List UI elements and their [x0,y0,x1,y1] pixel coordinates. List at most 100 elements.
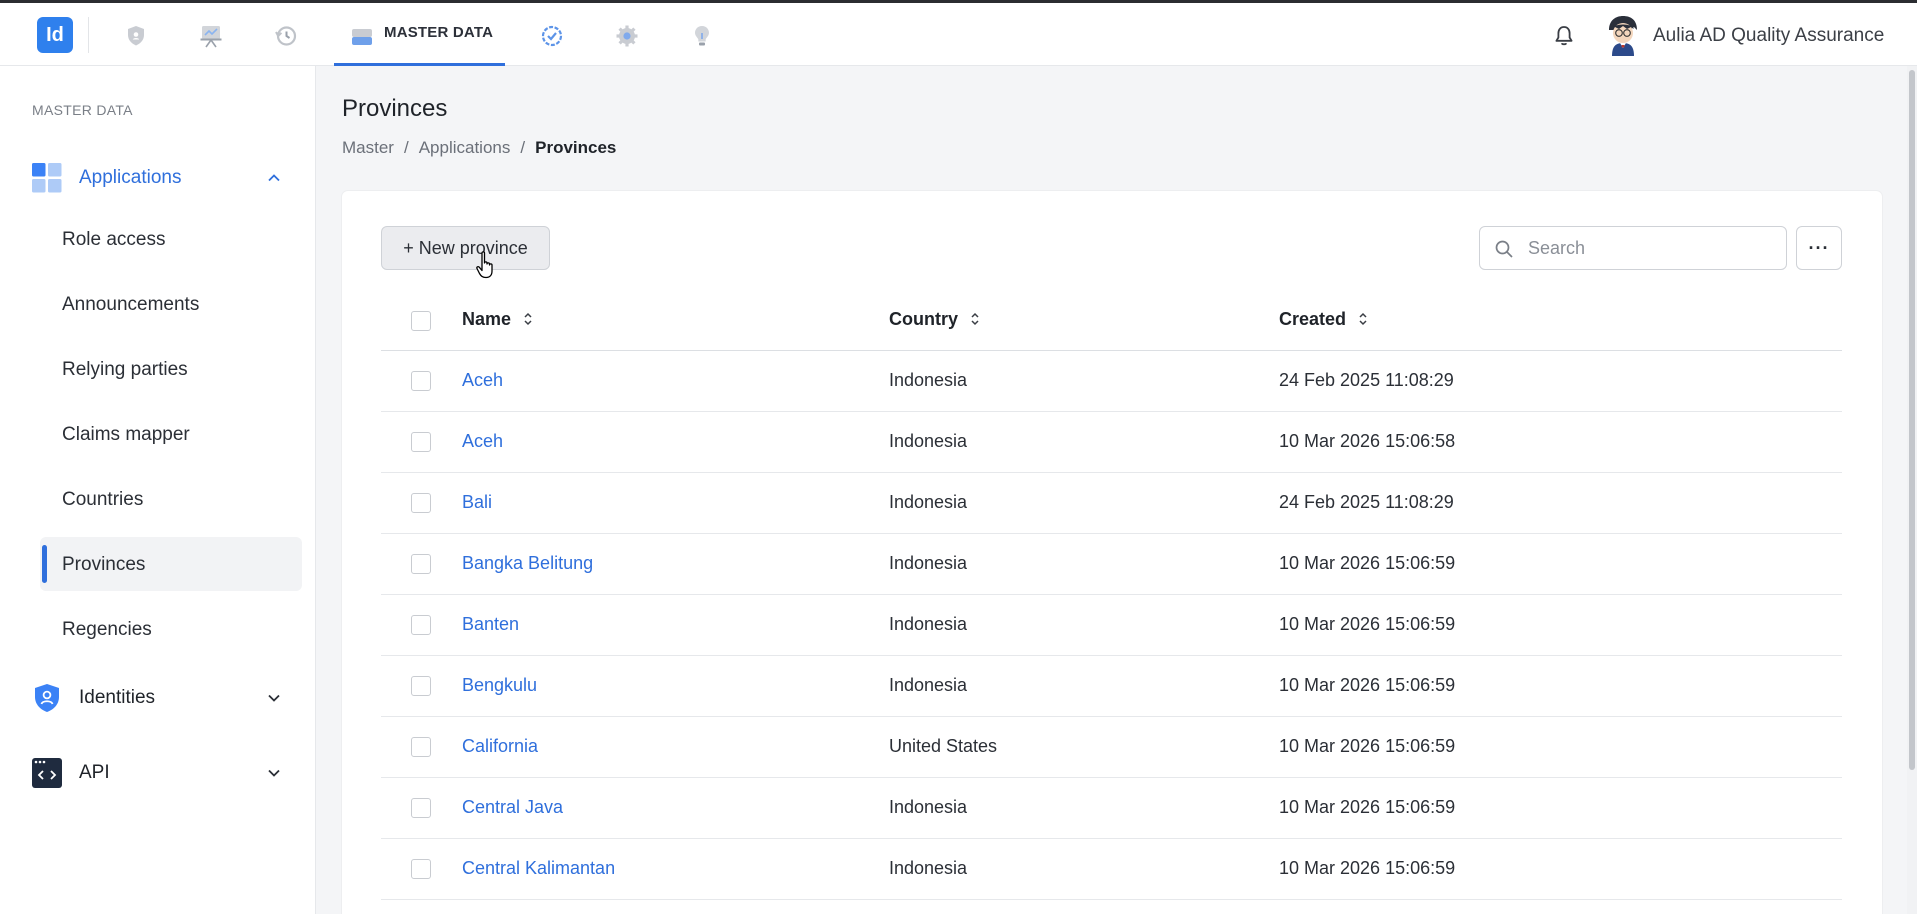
table-row: Central Kalimantan Indonesia 10 Mar 2026… [381,839,1842,900]
table-row: Bangka Belitung Indonesia 10 Mar 2026 15… [381,534,1842,595]
created-cell: 10 Mar 2026 15:06:58 [1279,431,1456,451]
sidebar-item-role-access[interactable]: Role access [40,212,302,266]
row-checkbox[interactable] [411,798,431,818]
row-checkbox[interactable] [411,554,431,574]
table-row: Bengkulu Indonesia 10 Mar 2026 15:06:59 [381,656,1842,717]
sort-icon [524,312,532,326]
breadcrumb-master[interactable]: Master [342,138,394,157]
table-row: Aceh Indonesia 24 Feb 2025 11:08:29 [381,351,1842,412]
sidebar-group-identities[interactable]: Identities [0,674,316,722]
provinces-table: Name Country Created Aceh Indonesia 24 F… [381,289,1842,900]
table-header: Name Country Created [381,289,1842,351]
row-checkbox[interactable] [411,737,431,757]
column-header-name[interactable]: Name [462,309,533,330]
sidebar-item-label: Announcements [62,294,200,315]
table-row: Bali Indonesia 24 Feb 2025 11:08:29 [381,473,1842,534]
database-icon [349,23,375,49]
row-checkbox[interactable] [411,676,431,696]
table-row: Aceh Indonesia 10 Mar 2026 15:06:58 [381,412,1842,473]
province-name-link[interactable]: Bengkulu [462,675,537,696]
shield-icon[interactable] [123,23,149,49]
top-navigation-bar: Id MASTER DATA Aulia AD Quality Assuranc… [0,3,1917,66]
scrollbar-thumb[interactable] [1909,70,1915,770]
sidebar-item-label: Regencies [62,619,152,640]
column-header-label: Created [1279,309,1347,329]
page-scrollbar[interactable] [1907,66,1917,914]
tab-master-data[interactable]: MASTER DATA [334,3,505,66]
country-cell: Indonesia [889,370,968,390]
column-header-created[interactable]: Created [1279,309,1368,330]
country-cell: Indonesia [889,492,968,512]
sidebar-group-api[interactable]: API [0,749,316,797]
avatar[interactable] [1604,14,1642,56]
sidebar-item-label: Relying parties [62,359,188,380]
search-box[interactable] [1479,226,1787,270]
province-name-link[interactable]: Central Kalimantan [462,858,615,879]
more-options-button[interactable]: ··· [1796,226,1842,270]
province-name-link[interactable]: Bali [462,492,492,513]
presentation-icon[interactable] [198,23,224,49]
country-cell: Indonesia [889,675,968,695]
sidebar-section-title: MASTER DATA [32,102,133,118]
lightbulb-icon[interactable] [689,23,715,49]
search-input[interactable] [1528,235,1776,261]
province-name-link[interactable]: Bangka Belitung [462,553,593,574]
breadcrumb-separator: / [520,138,526,157]
notification-bell-icon[interactable] [1551,23,1577,49]
sidebar-item-countries[interactable]: Countries [40,472,302,526]
sidebar-item-claims-mapper[interactable]: Claims mapper [40,407,302,461]
app-logo[interactable]: Id [37,17,73,53]
created-cell: 10 Mar 2026 15:06:59 [1279,797,1456,817]
country-cell: United States [889,736,998,756]
sidebar-item-label: Countries [62,489,144,510]
history-icon[interactable] [273,23,299,49]
province-name-link[interactable]: Central Java [462,797,563,818]
column-header-label: Country [889,309,958,329]
identity-shield-icon [32,683,62,713]
sort-icon [971,312,979,326]
gear-icon[interactable] [614,23,640,49]
breadcrumb-provinces: Provinces [535,138,617,157]
country-cell: Indonesia [889,553,968,573]
table-row: Banten Indonesia 10 Mar 2026 15:06:59 [381,595,1842,656]
row-checkbox[interactable] [411,371,431,391]
row-checkbox[interactable] [411,493,431,513]
user-name[interactable]: Aulia AD Quality Assurance [1653,25,1884,47]
chevron-up-icon [266,170,282,186]
created-cell: 10 Mar 2026 15:06:59 [1279,736,1456,756]
sidebar-item-relying-parties[interactable]: Relying parties [40,342,302,396]
breadcrumb-applications[interactable]: Applications [419,138,511,157]
page-title: Provinces [342,95,448,122]
created-cell: 10 Mar 2026 15:06:59 [1279,675,1456,695]
verified-badge-icon[interactable] [539,23,565,49]
country-cell: Indonesia [889,858,968,878]
sidebar-item-label: Role access [62,229,166,250]
sidebar-item-provinces[interactable]: Provinces [40,537,302,591]
select-all-checkbox[interactable] [411,311,431,331]
column-header-country[interactable]: Country [889,309,980,330]
row-checkbox[interactable] [411,615,431,635]
created-cell: 10 Mar 2026 15:06:59 [1279,858,1456,878]
sidebar: MASTER DATA Applications Role access Ann… [0,66,316,914]
tab-master-data-label: MASTER DATA [384,24,494,41]
province-name-link[interactable]: Aceh [462,431,503,452]
row-checkbox[interactable] [411,432,431,452]
provinces-card: + New province ··· Name Country Created … [342,191,1882,914]
province-name-link[interactable]: Aceh [462,370,503,391]
sidebar-group-applications-label: Applications [79,167,182,188]
logo-divider [88,17,89,53]
sidebar-group-applications[interactable]: Applications [0,154,316,202]
column-header-label: Name [462,309,512,329]
sidebar-item-regencies[interactable]: Regencies [40,602,302,656]
created-cell: 10 Mar 2026 15:06:59 [1279,553,1456,573]
province-name-link[interactable]: Banten [462,614,519,635]
province-name-link[interactable]: California [462,736,538,757]
chevron-down-icon [266,690,282,706]
new-province-button[interactable]: + New province [381,226,550,270]
breadcrumb-separator: / [403,138,409,157]
country-cell: Indonesia [889,797,968,817]
row-checkbox[interactable] [411,859,431,879]
created-cell: 24 Feb 2025 11:08:29 [1279,492,1454,512]
chevron-down-icon [266,765,282,781]
sidebar-item-announcements[interactable]: Announcements [40,277,302,331]
